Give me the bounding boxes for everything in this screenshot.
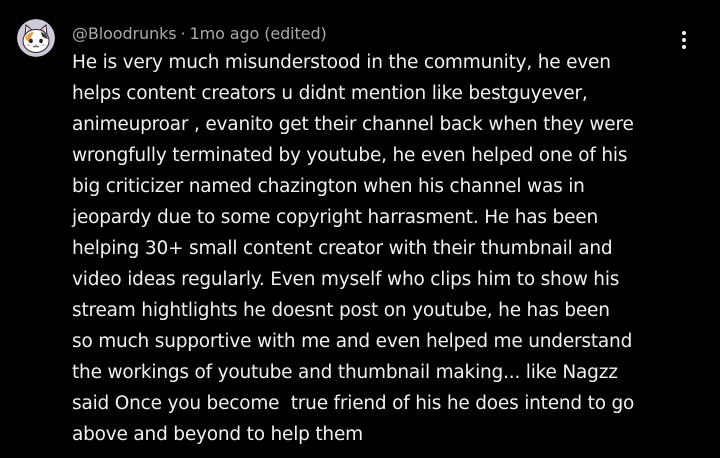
comment-line: wrongfully terminated by youtube, he eve… [72,145,628,166]
comment-body: He is very much misunderstood in the com… [72,47,712,450]
comment-timestamp[interactable]: 1mo ago [190,24,260,43]
comment-line: stream hightlights he doesnt post on you… [72,300,610,321]
comment-line: big criticizer named chazington when his… [72,176,585,197]
comment-line: so much supportive with me and even help… [72,331,633,352]
comment-line: said Once you become true friend of his … [72,393,635,414]
comment-line: jeopardy due to some copyright harrasmen… [72,207,598,228]
cat-avatar-icon [17,19,55,57]
comment-line: helping 30+ small content creator with t… [72,238,613,259]
comment-line: video ideas regularly. Even myself who c… [72,269,620,290]
comment-line: the workings of youtube and thumbnail ma… [72,362,618,383]
edited-label: (edited) [264,23,327,43]
comment-line: above and beyond to help them [72,424,363,445]
author-name[interactable]: @Bloodrunks [72,24,177,43]
meta-separator: · [180,23,186,43]
comment-header: @Bloodrunks · 1mo ago (edited) [72,22,327,44]
comment-line: He is very much misunderstood in the com… [72,52,611,73]
comment-thread-item: @Bloodrunks · 1mo ago (edited) He is ver… [0,0,720,458]
avatar[interactable] [17,19,55,57]
comment-line: helps content creators u didnt mention l… [72,83,588,104]
comment-line: animeuproar , evanito get their channel … [72,114,634,135]
